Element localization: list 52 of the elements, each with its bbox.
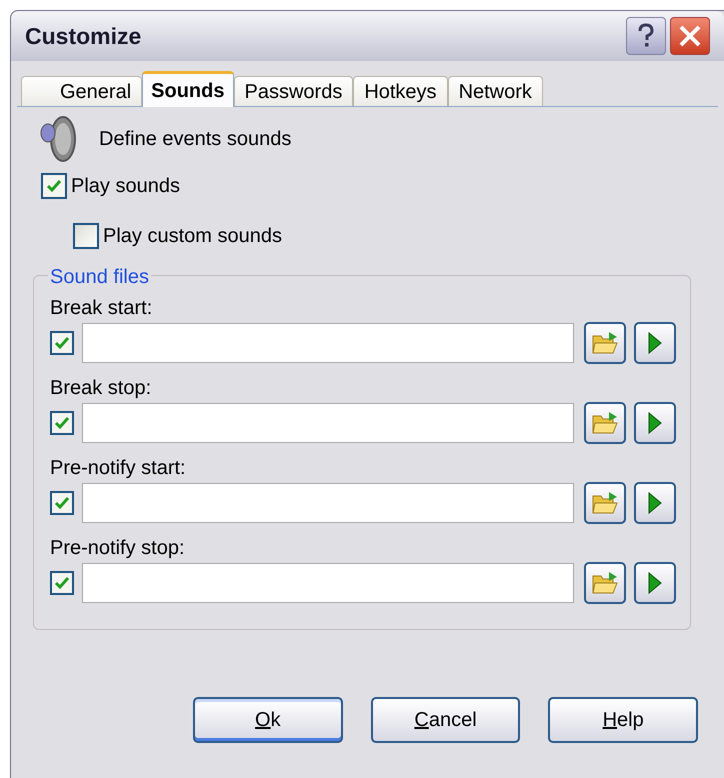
play-icon xyxy=(647,571,663,595)
checkbox-label: Play sounds xyxy=(71,174,180,199)
tab[interactable]: Passwords xyxy=(234,76,354,106)
folder-icon xyxy=(591,490,619,516)
field-label: Break start: xyxy=(50,296,154,321)
input-field[interactable] xyxy=(82,483,574,523)
input-field[interactable] xyxy=(82,403,574,443)
checkbox[interactable] xyxy=(50,331,74,355)
dialog-button[interactable]: Cancel xyxy=(370,697,520,743)
folder-icon xyxy=(591,410,619,436)
section-heading: Define events sounds xyxy=(99,127,292,152)
checkbox-label: Play custom sounds xyxy=(103,224,282,249)
question-mark-icon xyxy=(636,23,656,49)
browse-button[interactable] xyxy=(584,402,626,444)
play-button[interactable] xyxy=(634,402,676,444)
play-icon xyxy=(647,331,663,355)
tab[interactable]: General xyxy=(21,76,142,106)
help-title-button[interactable] xyxy=(626,17,666,55)
tab[interactable]: Sounds xyxy=(142,71,234,107)
play-icon xyxy=(647,491,663,515)
browse-button[interactable] xyxy=(584,482,626,524)
browse-button[interactable] xyxy=(584,322,626,364)
checkbox[interactable] xyxy=(50,571,74,595)
checkbox[interactable] xyxy=(50,411,74,435)
speaker-icon xyxy=(39,115,77,163)
check-icon xyxy=(54,416,70,430)
input-field[interactable] xyxy=(82,563,574,603)
tab[interactable]: Hotkeys xyxy=(353,76,448,106)
check-icon xyxy=(54,336,70,350)
close-button[interactable] xyxy=(670,17,710,55)
play-icon xyxy=(647,411,663,435)
check-icon xyxy=(54,576,70,590)
checkbox[interactable] xyxy=(41,173,67,199)
field-label: Pre-notify stop: xyxy=(50,536,186,561)
field-label: Pre-notify start: xyxy=(50,456,187,481)
browse-button[interactable] xyxy=(584,562,626,604)
play-button[interactable] xyxy=(634,482,676,524)
play-button[interactable] xyxy=(634,562,676,604)
play-button[interactable] xyxy=(634,322,676,364)
input-field[interactable] xyxy=(82,323,574,363)
folder-icon xyxy=(591,570,619,596)
window-title: Customize xyxy=(25,22,142,51)
field-label: Break stop: xyxy=(50,376,152,401)
check-icon xyxy=(54,496,70,510)
checkbox[interactable] xyxy=(50,491,74,515)
checkbox[interactable] xyxy=(73,223,99,249)
folder-icon xyxy=(591,330,619,356)
tab[interactable]: Network xyxy=(448,76,543,106)
dialog-button[interactable]: Help xyxy=(548,697,698,743)
check-icon xyxy=(46,179,62,193)
dialog-button[interactable]: Ok xyxy=(193,697,343,743)
close-icon xyxy=(678,24,702,48)
